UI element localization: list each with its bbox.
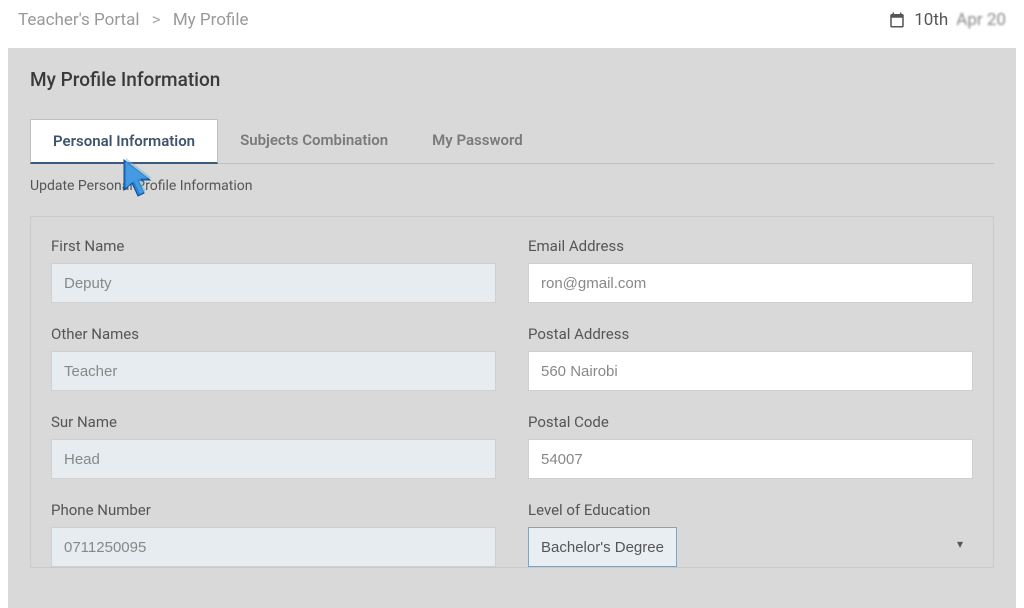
date-display: 10th Apr 20: [888, 10, 1006, 30]
tabs: Personal Information Subjects Combinatio…: [30, 119, 994, 164]
label-email: Email Address: [528, 237, 973, 255]
field-postal-address: Postal Address: [528, 325, 973, 391]
breadcrumb-separator: >: [152, 10, 161, 30]
input-sur-name[interactable]: [51, 439, 496, 479]
topbar: Teacher's Portal > My Profile 10th Apr 2…: [0, 0, 1024, 48]
field-postal-code: Postal Code: [528, 413, 973, 479]
tab-my-password[interactable]: My Password: [410, 119, 545, 163]
tab-subjects-combination[interactable]: Subjects Combination: [218, 119, 410, 163]
input-postal-code[interactable]: [528, 439, 973, 479]
breadcrumb: Teacher's Portal > My Profile: [18, 10, 249, 30]
date-day: 10th: [914, 10, 948, 30]
field-phone: Phone Number: [51, 501, 496, 567]
date-rest: Apr 20: [956, 10, 1006, 30]
label-phone: Phone Number: [51, 501, 496, 519]
label-postal-code: Postal Code: [528, 413, 973, 431]
select-education[interactable]: Bachelor's Degree: [528, 527, 677, 567]
profile-panel: My Profile Information Personal Informat…: [8, 48, 1016, 608]
input-email[interactable]: [528, 263, 973, 303]
field-first-name: First Name: [51, 237, 496, 303]
label-postal-address: Postal Address: [528, 325, 973, 343]
breadcrumb-root[interactable]: Teacher's Portal: [18, 10, 139, 30]
input-first-name[interactable]: [51, 263, 496, 303]
calendar-icon: [888, 11, 906, 29]
select-wrap-education: Bachelor's Degree: [528, 527, 973, 567]
input-other-names[interactable]: [51, 351, 496, 391]
field-sur-name: Sur Name: [51, 413, 496, 479]
panel-title: My Profile Information: [30, 68, 994, 91]
breadcrumb-current: My Profile: [173, 10, 249, 30]
label-other-names: Other Names: [51, 325, 496, 343]
field-education: Level of Education Bachelor's Degree: [528, 501, 973, 567]
label-sur-name: Sur Name: [51, 413, 496, 431]
field-other-names: Other Names: [51, 325, 496, 391]
label-education: Level of Education: [528, 501, 973, 519]
input-phone[interactable]: [51, 527, 496, 567]
tab-personal-information[interactable]: Personal Information: [30, 119, 218, 164]
input-postal-address[interactable]: [528, 351, 973, 391]
field-email: Email Address: [528, 237, 973, 303]
label-first-name: First Name: [51, 237, 496, 255]
tab-subhead: Update Personal Profile Information: [30, 178, 994, 194]
personal-info-form: First Name Email Address Other Names Pos…: [30, 216, 994, 568]
